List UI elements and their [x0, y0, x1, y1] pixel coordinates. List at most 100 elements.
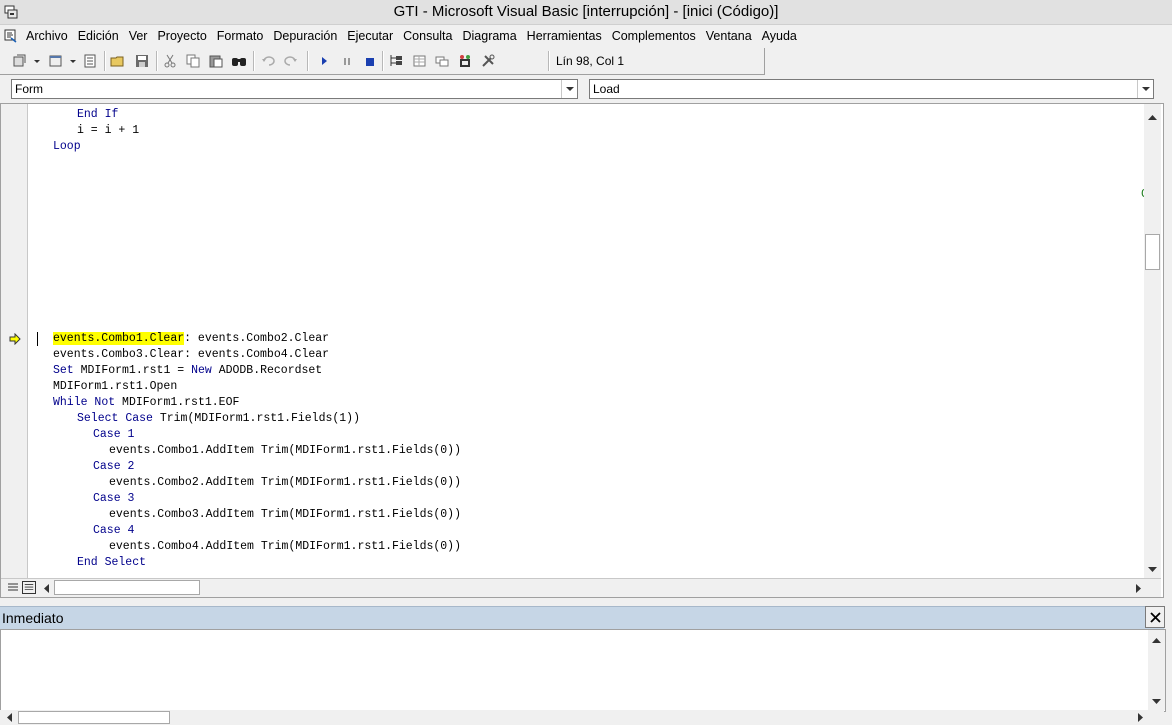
find-button[interactable]	[229, 51, 249, 71]
copy-icon	[186, 54, 200, 68]
menu-ejecutar[interactable]: Ejecutar	[342, 28, 398, 44]
code-line: While Not MDIForm1.rst1.EOF	[53, 396, 240, 409]
properties-icon	[413, 55, 426, 67]
add-form-button[interactable]	[46, 51, 66, 71]
menu-proyecto[interactable]: Proyecto	[152, 28, 211, 44]
object-browser-button[interactable]	[455, 51, 475, 71]
immediate-close-button[interactable]	[1145, 606, 1165, 628]
immediate-scroll-thumb[interactable]	[18, 711, 170, 724]
toolbox-button[interactable]	[478, 51, 498, 71]
paste-button[interactable]	[206, 51, 226, 71]
open-project-button[interactable]	[108, 51, 128, 71]
horizontal-scroll-thumb[interactable]	[54, 580, 200, 595]
code-editor[interactable]: End If i = i + 1 Loop C events.Combo1.Cl…	[28, 104, 1144, 578]
menu-ver[interactable]: Ver	[124, 28, 153, 44]
menu-complementos[interactable]: Complementos	[607, 28, 701, 44]
undo-button[interactable]	[258, 51, 278, 71]
immediate-scroll-left-button[interactable]	[1, 709, 17, 725]
code-line: events.Combo1.AddItem Trim(MDIForm1.rst1…	[109, 444, 461, 457]
code-line: Case 2	[93, 460, 135, 473]
immediate-scroll-down-button[interactable]	[1148, 693, 1165, 710]
code-line: Set MDIForm1.rst1 = New ADODB.Recordset	[53, 364, 323, 377]
scroll-down-button[interactable]	[1144, 561, 1161, 578]
stop-button[interactable]	[360, 51, 380, 71]
pause-icon	[344, 58, 350, 65]
add-project-dropdown-icon[interactable]	[34, 60, 40, 64]
redo-icon	[284, 56, 297, 66]
add-project-button[interactable]	[10, 51, 30, 71]
immediate-scroll-right-button[interactable]	[1132, 709, 1148, 725]
scroll-up-icon	[1152, 638, 1161, 643]
current-code-line: events.Combo1.Clear: events.Combo2.Clear	[53, 332, 330, 345]
cut-icon	[164, 54, 176, 68]
add-form-icon	[49, 55, 62, 67]
undo-icon	[262, 56, 275, 66]
menu-diagrama[interactable]: Diagrama	[457, 28, 521, 44]
project-explorer-icon	[390, 55, 402, 66]
chevron-down-icon	[565, 86, 574, 91]
scroll-right-icon	[1137, 712, 1143, 722]
window-title: GTI - Microsoft Visual Basic [interrupci…	[393, 3, 779, 20]
immediate-vertical-scrollbar[interactable]	[1148, 630, 1165, 710]
text-caret	[37, 332, 38, 346]
execution-point-arrow-icon	[9, 333, 21, 345]
object-combo[interactable]: Form	[11, 79, 578, 99]
immediate-content[interactable]	[3, 632, 1145, 709]
object-combo-dropdown-button[interactable]	[561, 80, 577, 98]
immediate-scroll-up-button[interactable]	[1148, 632, 1165, 649]
current-statement-highlight: events.Combo1.Clear	[53, 332, 185, 345]
procedure-combo[interactable]: Load	[589, 79, 1154, 99]
code-line: events.Combo4.AddItem Trim(MDIForm1.rst1…	[109, 540, 461, 553]
close-icon	[1149, 611, 1161, 623]
immediate-window-titlebar[interactable]: Inmediato	[0, 606, 1164, 629]
breakpoint-margin[interactable]	[1, 104, 28, 578]
menu-edicion[interactable]: Edición	[73, 28, 124, 44]
scroll-up-icon	[1148, 115, 1157, 120]
scroll-thumb[interactable]	[1145, 234, 1160, 270]
cut-button[interactable]	[160, 51, 180, 71]
object-browser-icon	[460, 55, 470, 67]
form-layout-button[interactable]	[432, 51, 452, 71]
redo-button[interactable]	[281, 51, 301, 71]
code-line: Case 3	[93, 492, 135, 505]
immediate-window-title: Inmediato	[2, 610, 64, 626]
full-module-view-icon[interactable]	[22, 581, 36, 594]
menu-herramientas[interactable]: Herramientas	[522, 28, 607, 44]
code-line: Case 1	[93, 428, 135, 441]
immediate-horizontal-scrollbar[interactable]	[0, 710, 1164, 724]
menu-formato[interactable]: Formato	[212, 28, 269, 44]
open-icon	[110, 56, 124, 67]
scroll-up-button[interactable]	[1144, 109, 1161, 126]
menu-consulta[interactable]: Consulta	[398, 28, 457, 44]
code-line: i = i + 1	[77, 124, 140, 137]
scroll-left-button[interactable]	[38, 580, 54, 596]
code-horizontal-bar	[1, 578, 1161, 597]
project-explorer-button[interactable]	[386, 51, 406, 71]
standard-toolbar: Lín 98, Col 1	[0, 48, 765, 75]
code-window-system-menu-icon[interactable]	[4, 29, 18, 43]
code-line: End If	[77, 108, 119, 121]
copy-button[interactable]	[183, 51, 203, 71]
scroll-right-button[interactable]	[1130, 580, 1146, 596]
procedure-view-icon[interactable]	[6, 581, 20, 594]
toolbox-icon	[482, 54, 495, 67]
chevron-down-icon	[1141, 86, 1150, 91]
paste-icon	[209, 55, 223, 68]
immediate-window[interactable]	[0, 629, 1166, 712]
run-button[interactable]	[314, 51, 334, 71]
menu-ventana[interactable]: Ventana	[701, 28, 757, 44]
properties-window-button[interactable]	[409, 51, 429, 71]
menu-depuracion[interactable]: Depuración	[268, 28, 342, 44]
code-window: End If i = i + 1 Loop C events.Combo1.Cl…	[0, 103, 1164, 598]
save-icon	[136, 55, 148, 67]
code-vertical-scrollbar[interactable]	[1144, 104, 1161, 578]
save-project-button[interactable]	[132, 51, 152, 71]
add-form-dropdown-icon[interactable]	[70, 60, 76, 64]
title-bar[interactable]: GTI - Microsoft Visual Basic [interrupci…	[0, 0, 1172, 25]
code-combo-row: Form Load	[0, 75, 1172, 103]
menu-editor-button[interactable]	[80, 51, 100, 71]
pause-button[interactable]	[337, 51, 357, 71]
menu-archivo[interactable]: Archivo	[26, 28, 73, 44]
procedure-combo-dropdown-button[interactable]	[1137, 80, 1153, 98]
menu-ayuda[interactable]: Ayuda	[757, 28, 802, 44]
